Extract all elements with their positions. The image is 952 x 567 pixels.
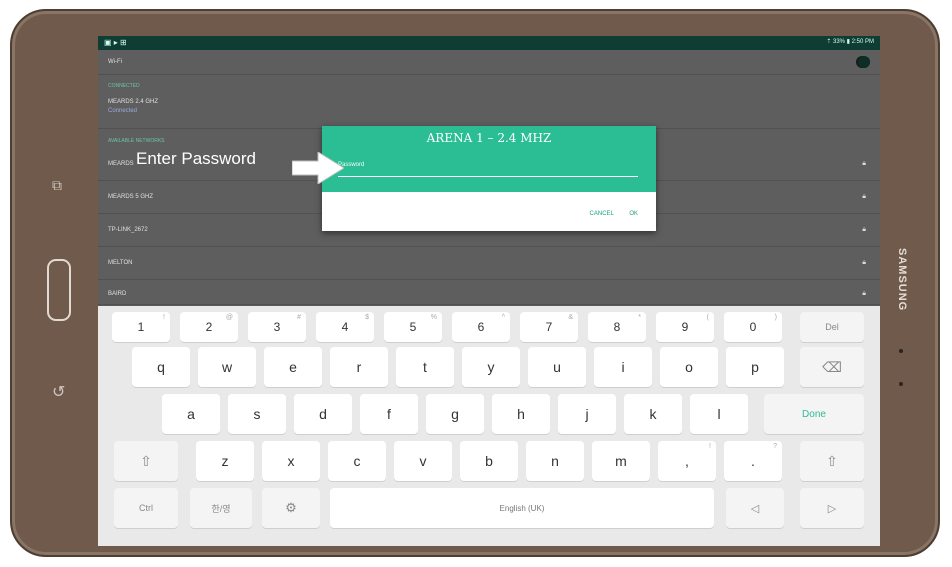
settings-icon[interactable]: ⚙: [262, 488, 320, 528]
network-name: MEARDS: [108, 161, 134, 167]
key-8[interactable]: 8 *: [588, 312, 646, 342]
connected-status: Connected: [108, 108, 138, 114]
key-g[interactable]: g: [426, 394, 484, 434]
home-button[interactable]: [47, 259, 71, 321]
available-section-label: AVAILABLE NETWORKS: [108, 138, 165, 144]
wifi-toggle-row[interactable]: Wi-Fi: [98, 50, 880, 75]
key-e[interactable]: e: [264, 347, 322, 387]
recents-icon[interactable]: ⧉: [52, 177, 62, 194]
key-6[interactable]: 6 ^: [452, 312, 510, 342]
network-name: BAIRD: [108, 291, 127, 297]
right-arrow-icon[interactable]: ▷: [800, 488, 864, 528]
ok-button[interactable]: OK: [629, 211, 638, 217]
key-h[interactable]: h: [492, 394, 550, 434]
key-y[interactable]: y: [462, 347, 520, 387]
key-m[interactable]: m: [592, 441, 650, 481]
key-x[interactable]: x: [262, 441, 320, 481]
key-v[interactable]: v: [394, 441, 452, 481]
key-7[interactable]: 7 &: [520, 312, 578, 342]
language-key[interactable]: 한/영: [190, 488, 252, 528]
network-name: MEARDS 5 GHZ: [108, 194, 154, 200]
key-k[interactable]: k: [624, 394, 682, 434]
key-z[interactable]: z: [196, 441, 254, 481]
space-bar[interactable]: English (UK): [330, 488, 714, 528]
key-0[interactable]: 0): [724, 312, 782, 342]
status-icons-right: ⇡ 33% ▮ 2:50 PM: [826, 39, 874, 45]
left-arrow-icon[interactable]: ◁: [726, 488, 784, 528]
dialog-title: ARENA 1 – 2.4 MHZ: [426, 131, 552, 145]
done-button[interactable]: Done: [764, 394, 864, 434]
brand-logo: SAMSUNG: [896, 248, 908, 312]
key-a[interactable]: a: [162, 394, 220, 434]
key-c[interactable]: c: [328, 441, 386, 481]
key-j[interactable]: j: [558, 394, 616, 434]
key-b[interactable]: b: [460, 441, 518, 481]
arrow-right-icon: [292, 152, 344, 184]
connected-network-row[interactable]: MEARDS 2.4 GHZ Connected: [98, 92, 880, 129]
wifi-toggle[interactable]: [856, 56, 870, 68]
key-r[interactable]: r: [330, 347, 388, 387]
key-i[interactable]: i: [594, 347, 652, 387]
shift-right-icon[interactable]: ⇧: [800, 441, 864, 481]
key-t[interactable]: t: [396, 347, 454, 387]
dialog-header: ARENA 1 – 2.4 MHZ Password: [322, 126, 656, 192]
key-3[interactable]: 3 #: [248, 312, 306, 342]
lock-icon: 🔒︎: [862, 160, 866, 167]
connected-network-name: MEARDS 2.4 GHZ: [108, 99, 159, 105]
password-input[interactable]: Password: [338, 162, 638, 177]
key-p[interactable]: p: [726, 347, 784, 387]
tablet-screen: ▣ ▸ ⊞ ⇡ 33% ▮ 2:50 PM Wi-Fi CONNECTED ME…: [98, 36, 880, 546]
backspace-icon[interactable]: ⌫: [800, 347, 864, 387]
key-5[interactable]: 5%: [384, 312, 442, 342]
lock-icon: 🔒︎: [862, 290, 866, 297]
sensor-dot: [899, 382, 903, 386]
connected-section-label: CONNECTED: [108, 83, 140, 89]
key-s[interactable]: s: [228, 394, 286, 434]
on-screen-keyboard: 1! 2 @ 3 # 4 $ 5% 6 ^ 7 & 8 * 9( 0) Del q w e …: [98, 306, 880, 546]
wifi-password-dialog: ARENA 1 – 2.4 MHZ Password CANCEL OK: [322, 126, 656, 231]
key-d[interactable]: d: [294, 394, 352, 434]
key-q[interactable]: q: [132, 347, 190, 387]
wifi-header-label: Wi-Fi: [108, 59, 122, 65]
sensor-dot: [899, 349, 903, 353]
key-4[interactable]: 4 $: [316, 312, 374, 342]
callout-text: Enter Password: [136, 149, 256, 168]
key-n[interactable]: n: [526, 441, 584, 481]
key-o[interactable]: o: [660, 347, 718, 387]
lock-icon: 🔒︎: [862, 193, 866, 200]
status-bar: ▣ ▸ ⊞ ⇡ 33% ▮ 2:50 PM: [98, 36, 880, 50]
network-row[interactable]: MELTON 🔒︎: [98, 247, 880, 280]
ctrl-key[interactable]: Ctrl: [114, 488, 178, 528]
key-2[interactable]: 2 @: [180, 312, 238, 342]
back-icon[interactable]: ↺: [52, 382, 65, 402]
lock-icon: 🔒︎: [862, 226, 866, 233]
key-l[interactable]: l: [690, 394, 748, 434]
network-row[interactable]: BAIRD 🔒︎: [98, 280, 880, 305]
delete-key[interactable]: Del: [800, 312, 864, 342]
network-name: TP-LINK_2672: [108, 227, 148, 233]
key-comma[interactable]: ,!: [658, 441, 716, 481]
key-period[interactable]: .?: [724, 441, 782, 481]
shift-icon[interactable]: ⇧: [114, 441, 178, 481]
key-9[interactable]: 9(: [656, 312, 714, 342]
cancel-button[interactable]: CANCEL: [590, 211, 614, 217]
key-1[interactable]: 1!: [112, 312, 170, 342]
dialog-buttons: CANCEL OK: [576, 211, 638, 217]
key-u[interactable]: u: [528, 347, 586, 387]
key-f[interactable]: f: [360, 394, 418, 434]
key-w[interactable]: w: [198, 347, 256, 387]
status-icons-left: ▣ ▸ ⊞: [104, 38, 127, 47]
network-name: MELTON: [108, 260, 133, 266]
lock-icon: 🔒︎: [862, 259, 866, 266]
